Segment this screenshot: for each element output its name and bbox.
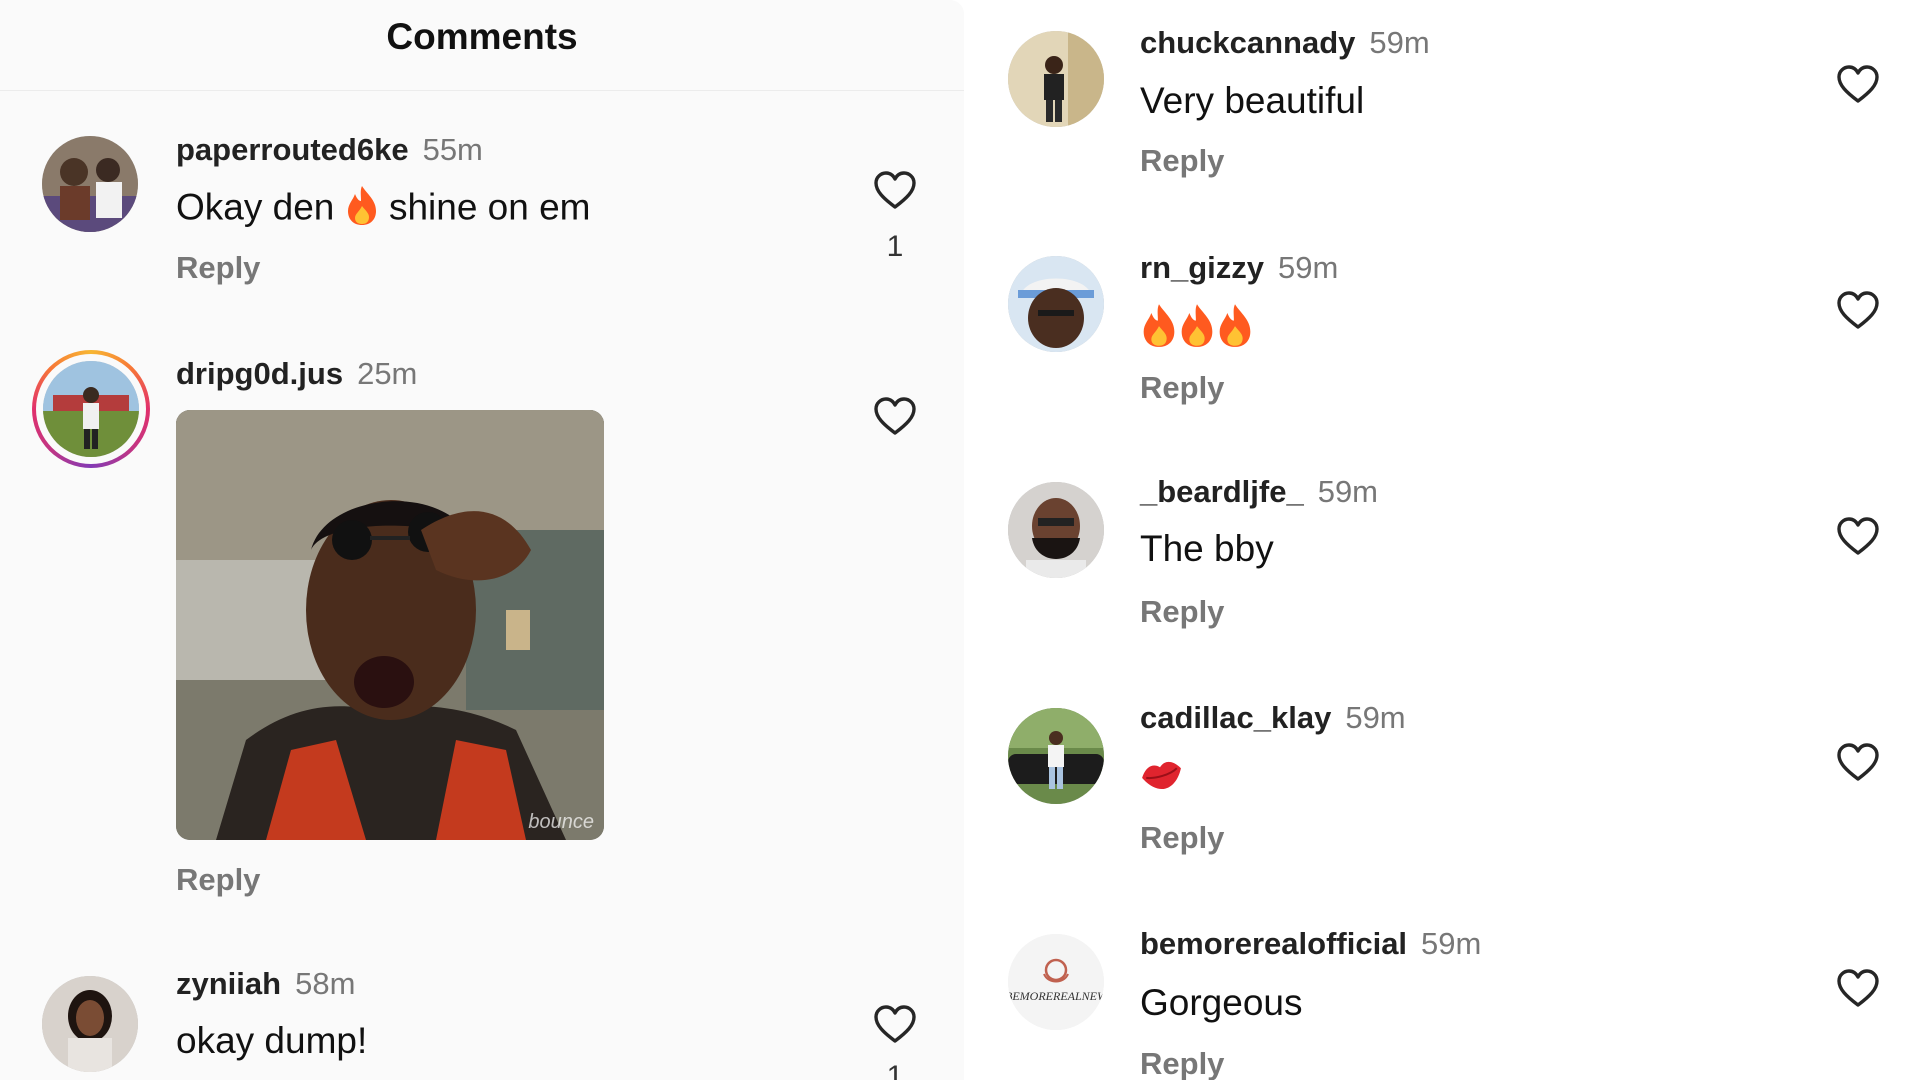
avatar[interactable]: [1008, 708, 1104, 804]
fire-icon: [345, 184, 379, 235]
avatar-logo-text: BEMOREREALNEW: [1008, 989, 1104, 1003]
username[interactable]: cadillac_klay: [1140, 700, 1331, 735]
timestamp: 59m: [1317, 474, 1379, 509]
avatar[interactable]: [1008, 256, 1104, 352]
heart-icon: [874, 397, 916, 435]
heart-icon: [1837, 517, 1879, 555]
like-button[interactable]: [873, 170, 917, 210]
fire-icon: [1140, 302, 1178, 357]
gif-attachment[interactable]: bounce: [176, 410, 604, 840]
timestamp: 59m: [1345, 700, 1406, 735]
username[interactable]: paperrouted6ke: [176, 132, 409, 167]
heart-icon: [1837, 743, 1879, 781]
like-button[interactable]: [1836, 516, 1880, 556]
reply-button[interactable]: Reply: [1140, 594, 1224, 630]
like-count: 1: [886, 230, 904, 263]
like-button[interactable]: [1836, 742, 1880, 782]
like-button[interactable]: [1836, 290, 1880, 330]
fire-icon: [1216, 302, 1254, 357]
username[interactable]: rn_gizzy: [1140, 250, 1264, 285]
heart-icon: [1837, 65, 1879, 103]
heart-icon: [1837, 969, 1879, 1007]
timestamp: 25m: [357, 356, 418, 391]
comments-sheet-left: Comments paperrouted6ke 55m Okay den shin…: [0, 0, 964, 1080]
reply-button[interactable]: Reply: [1140, 143, 1224, 179]
avatar[interactable]: [42, 976, 138, 1072]
timestamp: 59m: [1421, 926, 1482, 961]
username[interactable]: chuckcannady: [1140, 25, 1355, 60]
comment-text: Gorgeous: [1140, 982, 1303, 1023]
comment-text: The bby: [1140, 528, 1274, 569]
fire-icon: [1178, 302, 1216, 357]
gif-watermark: bounce: [528, 811, 594, 833]
comment-text: Okay den shine on em: [176, 184, 591, 235]
avatar[interactable]: [1008, 31, 1104, 127]
reply-button[interactable]: Reply: [1140, 370, 1224, 406]
username[interactable]: bemorerealofficial: [1140, 926, 1407, 961]
avatar[interactable]: [43, 361, 139, 457]
reply-button[interactable]: Reply: [176, 862, 260, 898]
comments-sheet-right: chuckcannady 59m Very beautiful Reply rn_…: [964, 0, 1920, 1080]
heart-icon: [1837, 291, 1879, 329]
timestamp: 59m: [1369, 25, 1430, 60]
username[interactable]: dripg0d.jus: [176, 356, 343, 391]
like-button[interactable]: [1836, 968, 1880, 1008]
comment-text: [1140, 756, 1184, 802]
comment-text: [1140, 302, 1254, 357]
heart-icon: [874, 1005, 916, 1043]
avatar[interactable]: [1008, 482, 1104, 578]
kiss-mark-icon: [1140, 757, 1184, 802]
comment-text: Very beautiful: [1140, 80, 1365, 121]
avatar[interactable]: BEMOREREALNEW: [1008, 934, 1104, 1030]
username[interactable]: _beardljfe_: [1140, 474, 1304, 509]
reply-button[interactable]: Reply: [176, 250, 260, 286]
heart-icon: [874, 171, 916, 209]
like-button[interactable]: [873, 396, 917, 436]
timestamp: 55m: [422, 132, 483, 167]
reply-button[interactable]: Reply: [1140, 1046, 1224, 1080]
like-button[interactable]: [1836, 64, 1880, 104]
sheet-header: Comments: [0, 0, 964, 91]
like-button[interactable]: [873, 1004, 917, 1044]
like-count: 1: [886, 1060, 904, 1080]
sheet-title: Comments: [386, 16, 578, 57]
comment-text: okay dump!: [176, 1020, 368, 1061]
avatar[interactable]: [42, 136, 138, 232]
reply-button[interactable]: Reply: [1140, 820, 1224, 856]
timestamp: 59m: [1278, 250, 1339, 285]
timestamp: 58m: [295, 966, 356, 1001]
username[interactable]: zyniiah: [176, 966, 281, 1001]
